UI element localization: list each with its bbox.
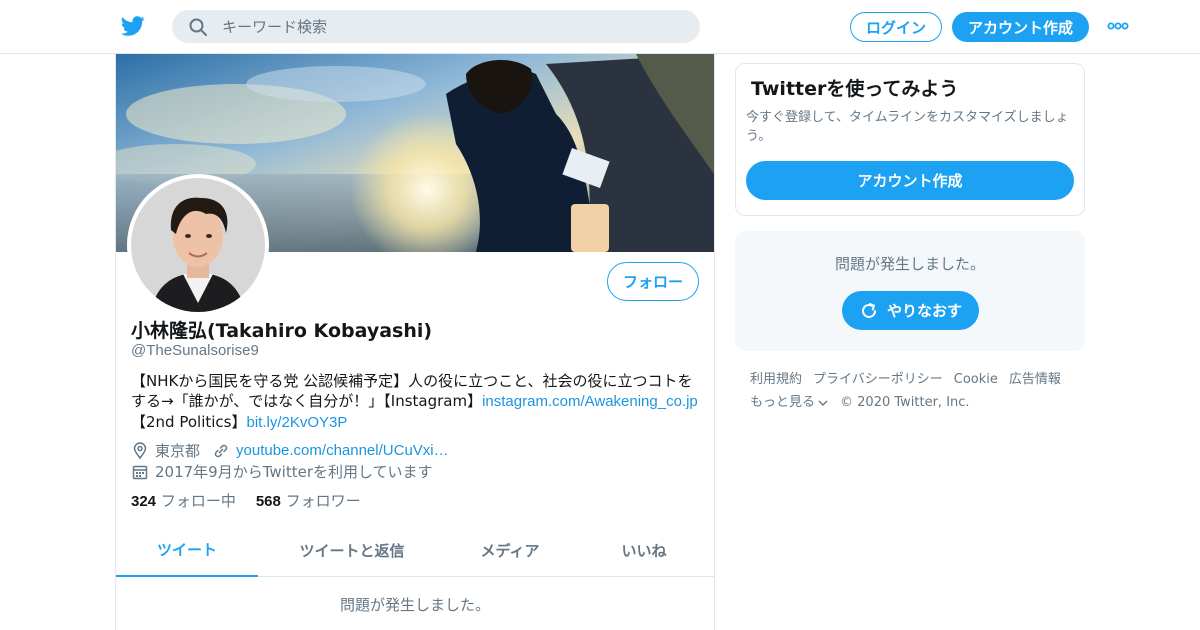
sidebar-footer: 利用規約 プライバシーポリシー Cookie 広告情報 もっと見る © 2020… xyxy=(750,368,1080,414)
footer-copyright: © 2020 Twitter, Inc. xyxy=(840,395,970,410)
footer-link-terms[interactable]: 利用規約 xyxy=(750,368,802,391)
retry-label: やりなおす xyxy=(886,302,962,320)
profile-tabs: ツイート ツイートと返信 メディア いいね xyxy=(116,524,714,577)
card-signup-button[interactable]: アカウント作成 xyxy=(746,161,1074,200)
twitter-bird-icon[interactable] xyxy=(120,14,146,38)
follow-button[interactable]: フォロー xyxy=(607,262,699,301)
bio-text-2: 【2nd Politics】 xyxy=(131,413,247,431)
avatar[interactable] xyxy=(127,174,269,316)
login-button[interactable]: ログイン xyxy=(850,12,942,42)
signup-button[interactable]: アカウント作成 xyxy=(952,12,1089,42)
refresh-icon xyxy=(862,302,876,318)
tab-media[interactable]: メディア xyxy=(446,524,574,577)
link-icon xyxy=(214,444,228,457)
followers-count-link[interactable]: 568 フォロワー xyxy=(256,490,361,511)
profile-counts: 324 フォロー中 568 フォロワー xyxy=(131,490,361,511)
sidebar-error-message: 問題が発生しました。 xyxy=(834,255,985,273)
search-bar xyxy=(172,10,700,43)
followers-count: 568 xyxy=(255,493,281,510)
following-count-link[interactable]: 324 フォロー中 xyxy=(131,490,236,511)
profile-location-website: 東京都 youtube.com/channel/UCuVxi… xyxy=(131,440,449,461)
signup-card: Twitterを使ってみよう 今すぐ登録して、タイムラインをカスタマイズしましょ… xyxy=(735,63,1085,216)
profile-joined-text: 2017年9月からTwitterを利用しています xyxy=(155,463,433,481)
search-input[interactable] xyxy=(222,10,682,43)
following-count: 324 xyxy=(131,493,157,510)
bio-instagram-link[interactable]: instagram.com/Awakening_co.jp xyxy=(482,393,698,410)
bio-short-link[interactable]: bit.ly/2KvOY3P xyxy=(246,414,347,431)
profile-name[interactable]: 小林隆弘(Takahiro Kobayashi) xyxy=(131,316,432,343)
footer-link-cookie[interactable]: Cookie xyxy=(954,368,998,391)
profile-column: フォロー 小林隆弘(Takahiro Kobayashi) @TheSunals… xyxy=(115,54,715,630)
profile-location: 東京都 xyxy=(155,442,201,460)
profile-website-link[interactable]: youtube.com/channel/UCuVxi… xyxy=(236,442,449,459)
profile-handle[interactable]: @TheSunalsorise9 xyxy=(131,342,259,359)
tab-likes[interactable]: いいね xyxy=(574,524,714,577)
footer-more-button[interactable]: もっと見る xyxy=(750,391,829,414)
calendar-icon xyxy=(132,465,148,479)
profile-joined: 2017年9月からTwitterを利用しています xyxy=(131,461,433,482)
retry-button[interactable]: やりなおす xyxy=(842,291,979,330)
following-label: フォロー中 xyxy=(160,492,236,510)
sidebar-error-card: 問題が発生しました。 やりなおす xyxy=(735,231,1085,351)
signup-card-description: 今すぐ登録して、タイムラインをカスタマイズしましょう。 xyxy=(746,110,1069,144)
signup-card-title: Twitterを使ってみよう xyxy=(751,78,959,100)
chevron-down-icon xyxy=(818,400,828,406)
profile-bio: 【NHKから国民を守る党 公認候補予定】人の役に立つこと、社会の役に立つコトをす… xyxy=(131,371,703,433)
footer-link-privacy[interactable]: プライバシーポリシー xyxy=(813,368,943,391)
followers-label: フォロワー xyxy=(285,492,361,510)
timeline-error-message: 問題が発生しました。 xyxy=(339,596,490,614)
tab-tweets[interactable]: ツイート xyxy=(116,524,258,577)
footer-link-ads[interactable]: 広告情報 xyxy=(1009,368,1061,391)
footer-more-label: もっと見る xyxy=(750,395,816,410)
location-pin-icon xyxy=(133,441,147,459)
more-dots-icon[interactable] xyxy=(1107,20,1129,32)
search-icon xyxy=(189,18,207,36)
tab-tweets-and-replies[interactable]: ツイートと返信 xyxy=(258,524,446,577)
top-navigation-bar: ログイン アカウント作成 xyxy=(0,0,1200,54)
